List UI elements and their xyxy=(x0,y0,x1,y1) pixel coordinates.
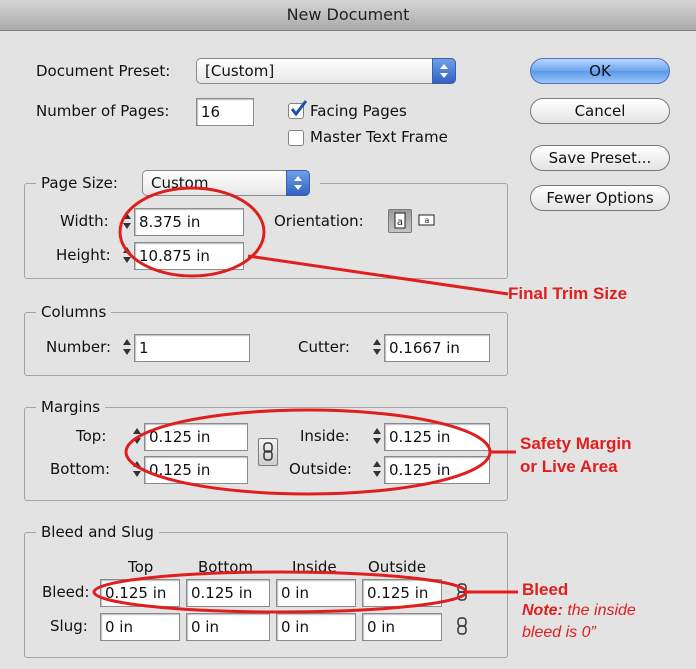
page-size-label: Page Size: xyxy=(41,174,118,192)
columns-legend: Columns xyxy=(36,300,112,324)
page-size-select[interactable]: Custom xyxy=(142,170,310,196)
height-label: Height: xyxy=(56,246,111,264)
note-rest: the inside xyxy=(562,602,636,619)
bleed-link-icon[interactable] xyxy=(452,582,472,602)
orientation-label: Orientation: xyxy=(274,212,364,230)
margin-outside-stepper[interactable] xyxy=(372,456,382,482)
note-annotation: Note: the inside xyxy=(522,602,636,620)
bleed-header-bottom: Bottom xyxy=(198,558,254,576)
document-preset-select[interactable]: [Custom] xyxy=(196,58,456,84)
slug-bottom-input[interactable]: 0 in xyxy=(186,613,270,641)
margin-top-label: Top: xyxy=(76,427,107,445)
master-text-frame-checkbox[interactable] xyxy=(288,130,304,146)
margin-inside-label: Inside: xyxy=(300,427,350,445)
height-input[interactable]: 10.875 in xyxy=(134,242,244,270)
bleed-top-input[interactable]: 0.125 in xyxy=(100,579,180,607)
document-preset-value: [Custom] xyxy=(205,62,275,80)
fewer-options-button[interactable]: Fewer Options xyxy=(530,185,670,211)
slug-outside-input[interactable]: 0 in xyxy=(362,613,442,641)
checkmark-icon xyxy=(290,100,308,117)
facing-pages-checkbox[interactable] xyxy=(288,100,308,119)
bleed-slug-legend: Bleed and Slug xyxy=(36,520,159,544)
bleed-header-outside: Outside xyxy=(368,558,426,576)
portrait-orientation-icon[interactable]: a xyxy=(388,209,412,233)
margin-bottom-stepper[interactable] xyxy=(132,456,142,482)
bleed-bottom-input[interactable]: 0.125 in xyxy=(186,579,270,607)
popup-arrows-icon xyxy=(286,170,310,196)
margin-inside-stepper[interactable] xyxy=(372,423,382,449)
popup-arrows-icon xyxy=(432,58,456,84)
margin-bottom-label: Bottom: xyxy=(50,460,111,478)
gutter-label: Cutter: xyxy=(298,338,350,356)
svg-text:a: a xyxy=(425,216,430,225)
svg-text:a: a xyxy=(397,217,403,228)
margins-legend: Margins xyxy=(36,395,106,419)
save-preset-button[interactable]: Save Preset... xyxy=(530,145,670,171)
slug-label: Slug: xyxy=(50,617,88,635)
bleed-outside-input[interactable]: 0.125 in xyxy=(362,579,442,607)
ok-button[interactable]: OK xyxy=(530,58,670,84)
note-annotation-line2: bleed is 0” xyxy=(522,624,596,641)
bleed-label: Bleed: xyxy=(42,583,90,601)
slug-link-icon[interactable] xyxy=(452,616,472,636)
columns-number-stepper[interactable] xyxy=(122,334,132,360)
chain-link-icon[interactable] xyxy=(258,438,278,466)
width-input[interactable]: 8.375 in xyxy=(134,208,244,236)
margin-bottom-input[interactable]: 0.125 in xyxy=(144,456,248,484)
slug-top-input[interactable]: 0 in xyxy=(100,613,180,641)
live-area-annotation: or Live Area xyxy=(520,457,618,476)
safety-margin-annotation: Safety Margin xyxy=(520,434,632,453)
margin-top-stepper[interactable] xyxy=(132,423,142,449)
page-size-value: Custom xyxy=(151,174,209,192)
number-of-pages-label: Number of Pages: xyxy=(36,102,170,120)
note-bold: Note: xyxy=(522,602,563,619)
bleed-header-top: Top xyxy=(128,558,154,576)
slug-inside-input[interactable]: 0 in xyxy=(276,613,356,641)
landscape-orientation-icon[interactable]: a xyxy=(416,209,440,233)
window-title: New Document xyxy=(0,0,696,31)
width-stepper[interactable] xyxy=(122,208,132,234)
master-text-frame-label: Master Text Frame xyxy=(310,128,448,146)
bleed-inside-input[interactable]: 0 in xyxy=(276,579,356,607)
gutter-stepper[interactable] xyxy=(372,334,382,360)
document-preset-label: Document Preset: xyxy=(36,62,171,80)
bleed-header-inside: Inside xyxy=(292,558,337,576)
cancel-button[interactable]: Cancel xyxy=(530,98,670,124)
gutter-input[interactable]: 0.1667 in xyxy=(384,334,490,362)
width-label: Width: xyxy=(60,212,109,230)
margin-outside-input[interactable]: 0.125 in xyxy=(384,456,490,484)
columns-number-label: Number: xyxy=(46,338,112,356)
margin-outside-label: Outside: xyxy=(289,460,352,478)
facing-pages-label: Facing Pages xyxy=(310,102,407,120)
height-stepper[interactable] xyxy=(122,242,132,268)
bleed-annotation: Bleed xyxy=(522,580,569,599)
margin-top-input[interactable]: 0.125 in xyxy=(144,423,248,451)
margin-inside-input[interactable]: 0.125 in xyxy=(384,423,490,451)
columns-number-input[interactable]: 1 xyxy=(134,334,250,362)
number-of-pages-input[interactable]: 16 xyxy=(196,98,254,126)
final-trim-size-annotation: Final Trim Size xyxy=(508,284,628,303)
